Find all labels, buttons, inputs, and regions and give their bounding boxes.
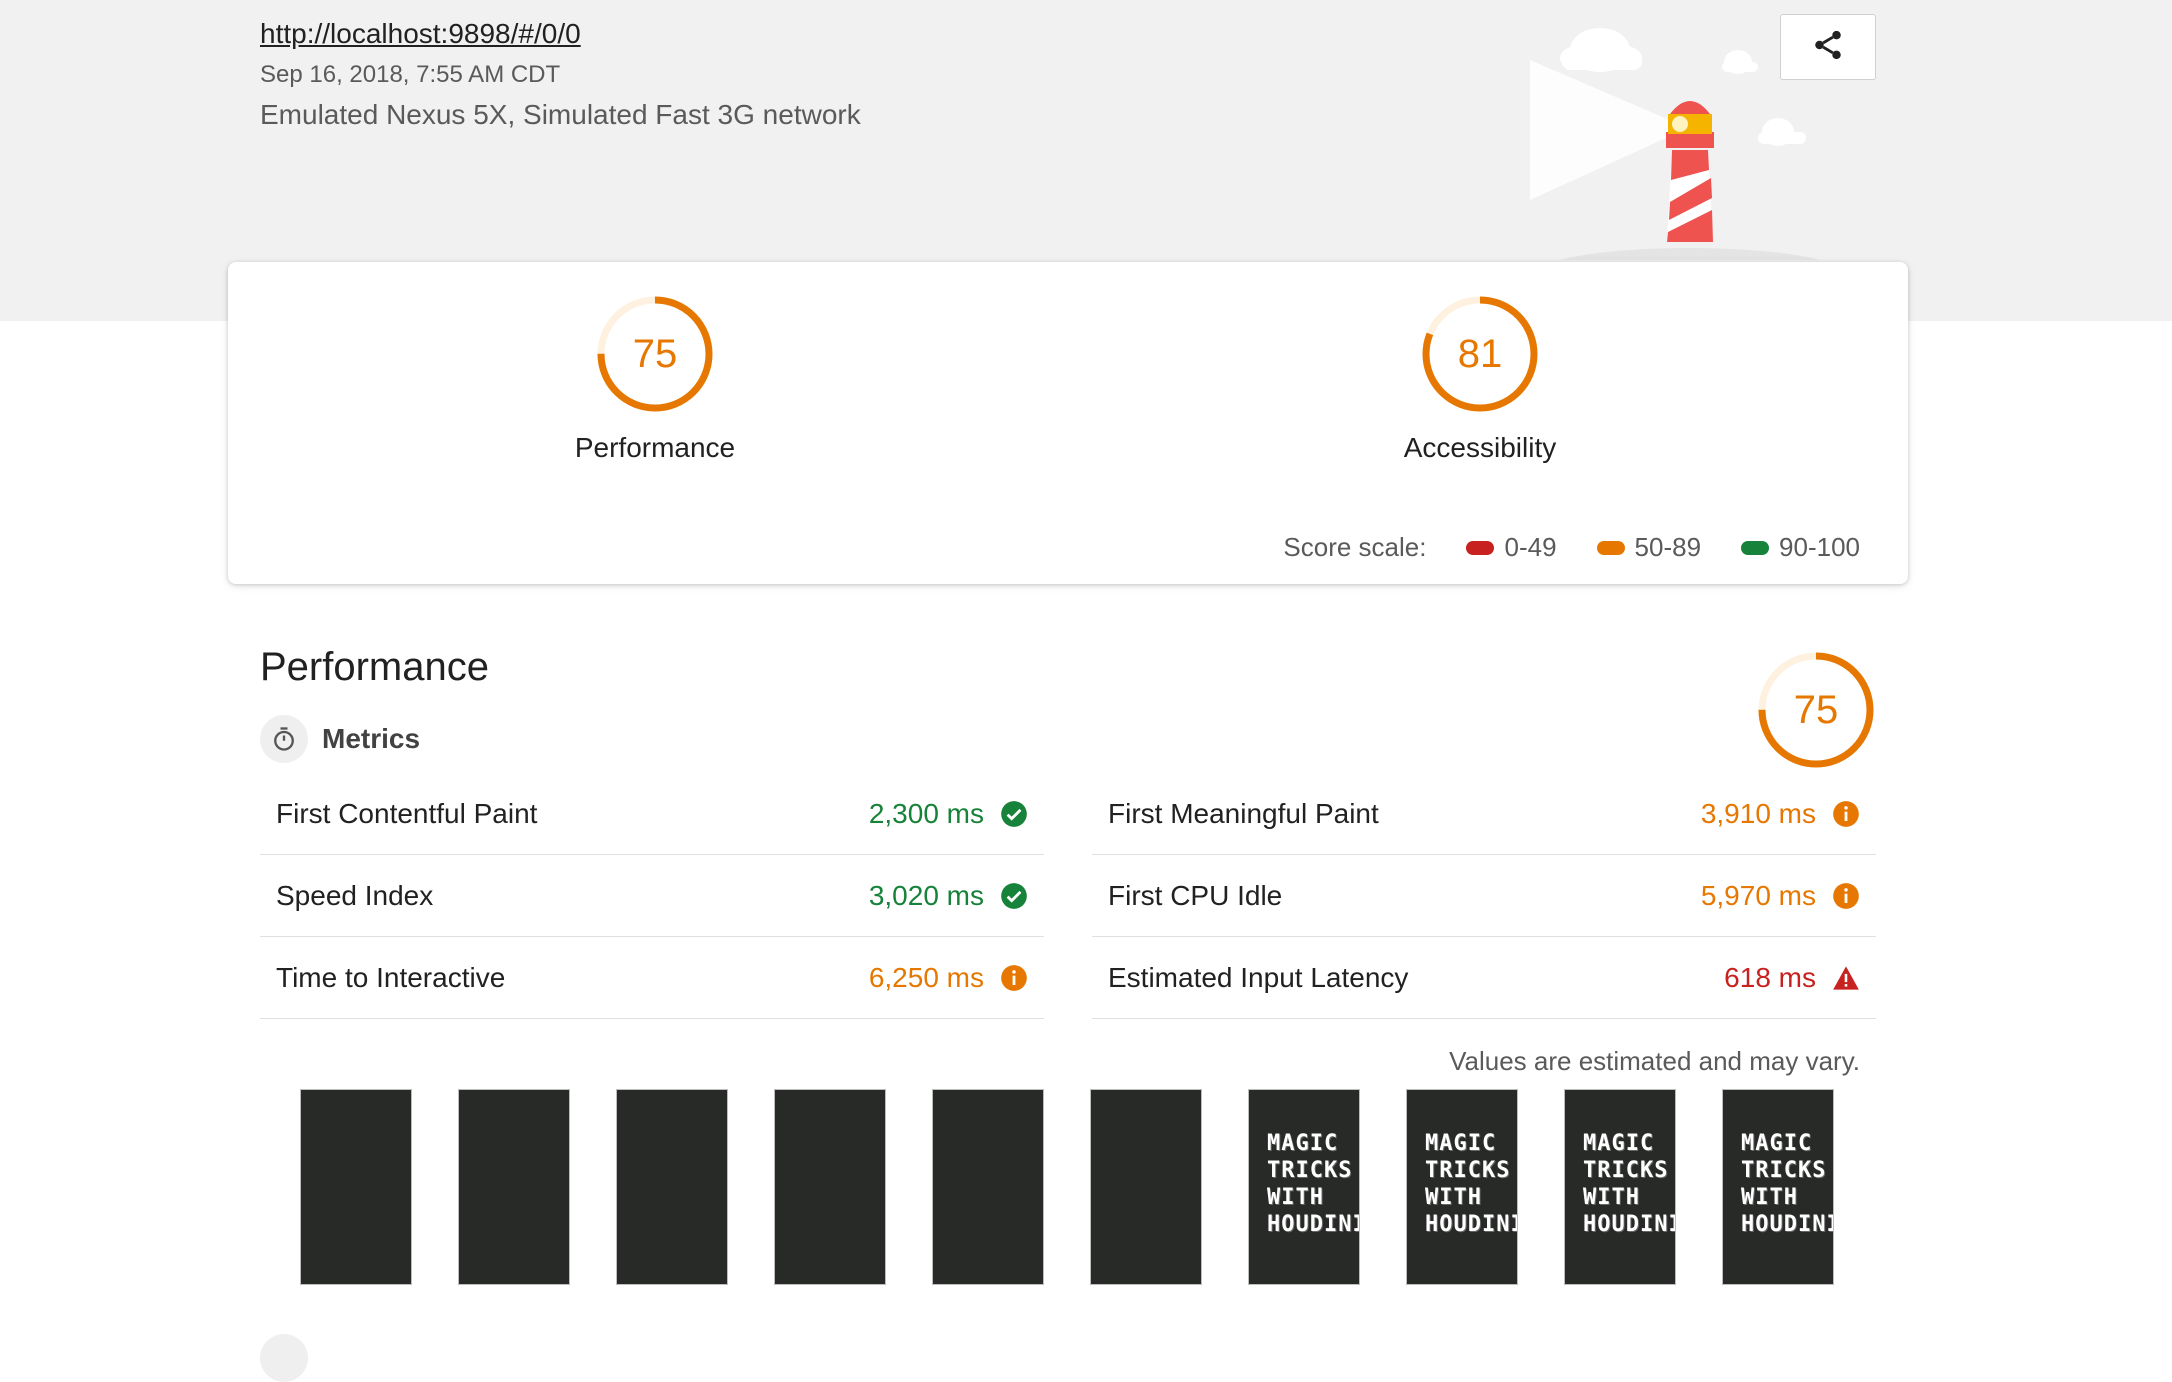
summary-card: 75 Performance 81 Accessibility Score sc… <box>228 262 1908 584</box>
report-date: Sep 16, 2018, 7:55 AM CDT <box>260 61 561 88</box>
metric-name: Estimated Input Latency <box>1108 961 1409 993</box>
metric-row: First Meaningful Paint 3,910 ms <box>1092 773 1876 855</box>
metrics-label: Metrics <box>322 723 421 754</box>
metric-name: Speed Index <box>276 879 434 911</box>
filmstrip-frame <box>774 1089 886 1285</box>
metric-row: First Contentful Paint 2,300 ms <box>260 773 1044 855</box>
info-icon <box>1832 882 1860 910</box>
metric-value: 2,300 ms <box>868 797 984 829</box>
filmstrip: MAGIC TRICKS WITH HOUDINI MAGIC TRICKS W… <box>300 1089 1834 1285</box>
average-pill-icon <box>1596 540 1625 555</box>
metrics-column-left: First Contentful Paint 2,300 ms Speed In… <box>260 773 1044 1019</box>
frame-text: MAGIC TRICKS WITH HOUDINI <box>1425 1131 1518 1237</box>
filmstrip-frame <box>300 1089 412 1285</box>
scale-range-label: 90-100 <box>1779 532 1860 562</box>
performance-section-gauge: 75 <box>1754 648 1878 772</box>
score-scale-label: Score scale: <box>1283 532 1427 562</box>
metrics-column-right: First Meaningful Paint 3,910 ms First CP… <box>1092 773 1876 1019</box>
next-section-icon <box>260 1334 308 1382</box>
performance-section-title: Performance <box>260 645 489 689</box>
pass-check-icon <box>1000 882 1028 910</box>
share-button[interactable] <box>1780 14 1876 80</box>
metric-value: 6,250 ms <box>868 961 984 993</box>
frame-text: MAGIC TRICKS WITH HOUDINI <box>1267 1131 1360 1237</box>
pass-check-icon <box>1000 800 1028 828</box>
metric-row: Speed Index 3,020 ms <box>260 855 1044 937</box>
filmstrip-frame <box>932 1089 1044 1285</box>
gauge-label: Accessibility <box>1403 432 1557 463</box>
fail-pill-icon <box>1466 540 1495 555</box>
frame-text: MAGIC TRICKS WITH HOUDINI <box>1583 1131 1676 1237</box>
score-scale: Score scale: 0-49 50-89 90-100 <box>1283 532 1860 563</box>
metric-row: First CPU Idle 5,970 ms <box>1092 855 1876 937</box>
gauge-score: 75 <box>632 331 678 376</box>
metric-row: Time to Interactive 6,250 ms <box>260 937 1044 1019</box>
gauge-performance[interactable]: 75 Performance <box>535 292 775 482</box>
scale-range-fail: 0-49 <box>1466 532 1557 563</box>
scale-range-label: 0-49 <box>1504 532 1557 562</box>
scale-range-pass: 90-100 <box>1741 532 1860 563</box>
filmstrip-frame: MAGIC TRICKS WITH HOUDINI <box>1406 1089 1518 1285</box>
filmstrip-frame <box>458 1089 570 1285</box>
metric-value: 618 ms <box>1724 961 1816 993</box>
gauge-score: 75 <box>1793 687 1839 732</box>
metrics-disclaimer: Values are estimated and may vary. <box>1449 1046 1860 1076</box>
metric-row: Estimated Input Latency 618 ms <box>1092 937 1876 1019</box>
metric-value: 3,020 ms <box>868 879 984 911</box>
metrics-header: Metrics <box>260 715 420 763</box>
warning-triangle-icon <box>1832 964 1860 992</box>
metric-name: First CPU Idle <box>1108 879 1283 911</box>
metric-name: First Contentful Paint <box>276 797 538 829</box>
frame-text: MAGIC TRICKS WITH HOUDINI <box>1741 1131 1834 1237</box>
gauge-accessibility[interactable]: 81 Accessibility <box>1360 292 1600 482</box>
filmstrip-frame <box>1090 1089 1202 1285</box>
scale-range-label: 50-89 <box>1634 532 1702 562</box>
filmstrip-frame: MAGIC TRICKS WITH HOUDINI <box>1248 1089 1360 1285</box>
metric-name: First Meaningful Paint <box>1108 797 1379 829</box>
gauge-score: 81 <box>1457 331 1503 376</box>
report-environment: Emulated Nexus 5X, Simulated Fast 3G net… <box>260 99 861 130</box>
info-icon <box>1000 964 1028 992</box>
info-icon <box>1832 800 1860 828</box>
pass-pill-icon <box>1741 540 1770 555</box>
gauge-label: Performance <box>574 432 736 463</box>
filmstrip-frame: MAGIC TRICKS WITH HOUDINI <box>1564 1089 1676 1285</box>
metric-value: 5,970 ms <box>1700 879 1816 911</box>
scale-range-average: 50-89 <box>1596 532 1702 563</box>
share-icon <box>1811 28 1845 67</box>
filmstrip-frame <box>616 1089 728 1285</box>
metric-value: 3,910 ms <box>1700 797 1816 829</box>
report-url-link[interactable]: http://localhost:9898/#/0/0 <box>260 18 581 50</box>
metric-name: Time to Interactive <box>276 961 506 993</box>
filmstrip-frame: MAGIC TRICKS WITH HOUDINI <box>1722 1089 1834 1285</box>
stopwatch-icon <box>260 715 308 763</box>
